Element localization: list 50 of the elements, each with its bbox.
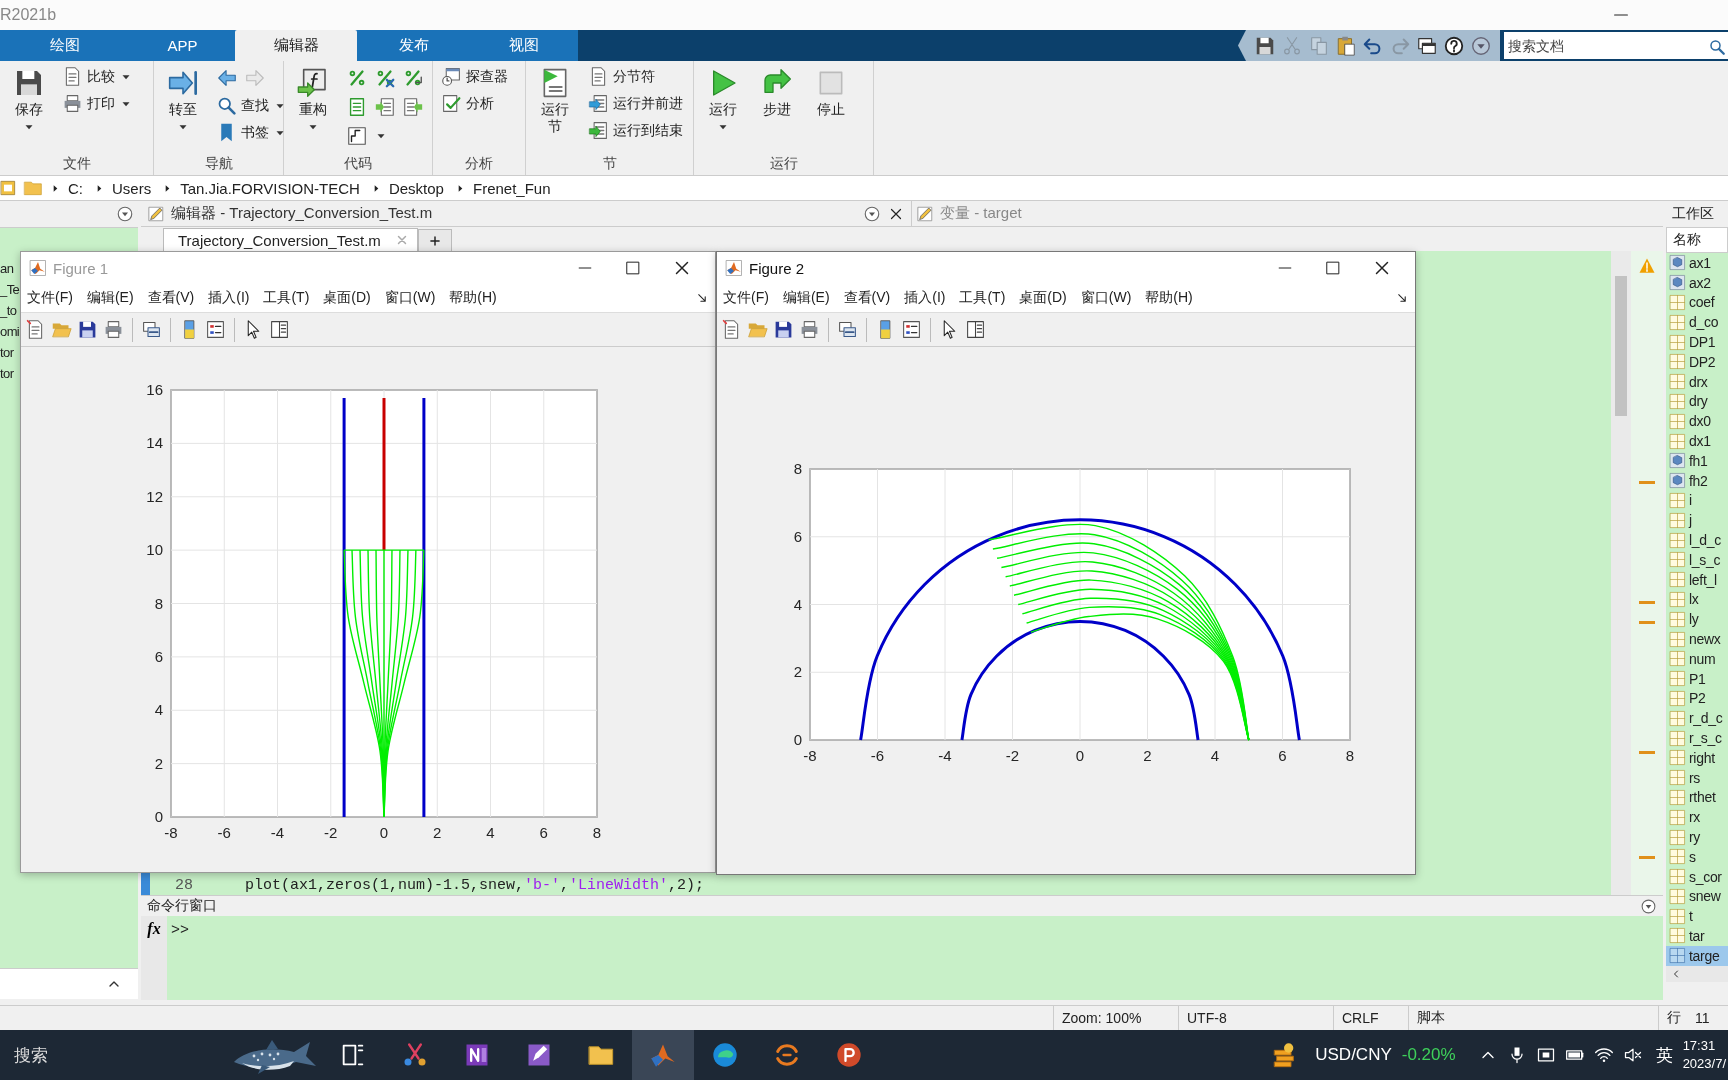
tick-label: -2 xyxy=(324,824,338,841)
tick-label: 2 xyxy=(1143,747,1152,764)
figure-title: Figure 2 xyxy=(749,259,805,277)
panel-title: 命令行窗口 xyxy=(147,897,217,915)
group-title: 文件 xyxy=(61,155,92,173)
tick-label: 8 xyxy=(793,460,802,477)
editor-title: 编辑器 - Trajectory_Conversion_Test.m xyxy=(171,204,433,223)
group-title: 导航 xyxy=(203,155,234,173)
tick-label: 12 xyxy=(146,487,163,505)
tick-label: -2 xyxy=(1005,747,1020,764)
line-number: 28 xyxy=(174,877,194,894)
tick-label: 14 xyxy=(146,434,163,452)
group-title: 代码 xyxy=(343,155,373,173)
tick-label: 2 xyxy=(433,824,442,841)
command-prompt: >> xyxy=(170,921,190,941)
group-title: 节 xyxy=(601,155,618,173)
tick-label: 0 xyxy=(154,808,163,825)
tick-label: -6 xyxy=(217,824,231,841)
tick-label: 6 xyxy=(793,527,802,545)
line-number: 11 xyxy=(1695,1010,1710,1026)
tick-label: 4 xyxy=(154,701,163,719)
tick-label: 10 xyxy=(146,541,163,559)
line-label: 行 xyxy=(1667,1009,1681,1027)
tick-label: -4 xyxy=(938,747,952,764)
panel-title: 工作区 xyxy=(1672,205,1714,223)
tick-label: 8 xyxy=(1345,747,1355,764)
tick-label: -8 xyxy=(164,824,178,841)
tick-label: 6 xyxy=(1278,747,1287,764)
variable-editor-title: 变量 - target xyxy=(940,204,1022,223)
tick-label: 8 xyxy=(592,824,602,841)
tick-label: 4 xyxy=(793,595,802,613)
tick-label: 0 xyxy=(793,731,802,748)
tick-label: 0 xyxy=(1075,747,1085,764)
tick-label: 16 xyxy=(146,381,163,398)
tick-label: 4 xyxy=(1210,747,1220,764)
tick-label: 6 xyxy=(539,824,548,841)
tick-label: -6 xyxy=(870,747,885,764)
window-title: R2021b xyxy=(0,6,57,24)
tick-label: 4 xyxy=(486,824,495,841)
tick-label: 0 xyxy=(379,824,389,841)
group-title: 分析 xyxy=(464,155,494,173)
code-line: plot(ax1,zeros(1,num)-1.5,snew,'b-','LineWidth',2); xyxy=(244,877,705,894)
tick-label: 2 xyxy=(793,663,802,681)
tick-label: 6 xyxy=(154,647,163,665)
tick-label: 8 xyxy=(154,594,163,612)
group-title: 运行 xyxy=(768,155,799,173)
tick-label: 2 xyxy=(154,754,163,772)
tick-label: -8 xyxy=(803,747,817,764)
tick-label: -4 xyxy=(270,824,285,841)
figure-title: Figure 1 xyxy=(53,259,109,277)
